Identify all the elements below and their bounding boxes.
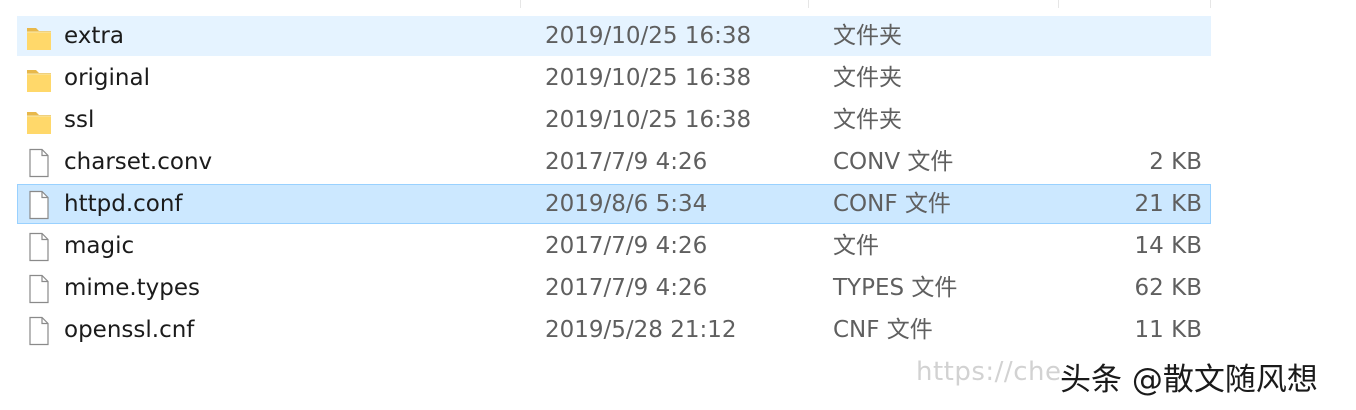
file-name: magic [64,233,135,259]
file-date-modified: 2019/8/6 5:34 [545,191,708,217]
file-type: CNF 文件 [833,317,933,343]
file-type: 文件 [833,233,879,259]
file-icon [26,274,52,304]
file-date-modified: 2017/7/9 4:26 [545,233,708,259]
file-date-modified: 2017/7/9 4:26 [545,149,708,175]
column-separator[interactable] [520,0,521,8]
column-separator[interactable] [1058,0,1059,8]
file-name: original [64,65,150,91]
file-date-modified: 2017/7/9 4:26 [545,275,708,301]
file-icon [26,232,52,262]
column-header-separators [0,0,1356,10]
file-row[interactable]: httpd.conf 2019/8/6 5:34 CONF 文件 21 KB [17,184,1211,224]
file-row[interactable]: magic 2017/7/9 4:26 文件 14 KB [17,226,1211,266]
column-separator[interactable] [1210,0,1211,8]
folder-icon [26,22,52,52]
file-size: 21 KB [1134,191,1202,217]
file-size: 2 KB [1149,149,1202,175]
file-row[interactable]: original 2019/10/25 16:38 文件夹 [17,58,1211,98]
file-type: 文件夹 [833,107,902,133]
column-separator[interactable] [808,0,809,8]
file-icon [26,190,52,220]
file-date-modified: 2019/5/28 21:12 [545,317,737,343]
file-row[interactable]: charset.conv 2017/7/9 4:26 CONV 文件 2 KB [17,142,1211,182]
file-name: ssl [64,107,95,133]
file-row[interactable]: mime.types 2017/7/9 4:26 TYPES 文件 62 KB [17,268,1211,308]
file-icon [26,316,52,346]
watermark-brand: 头条 @散文随风想 [1060,362,1318,398]
file-name: extra [64,23,124,49]
file-name: mime.types [64,275,201,301]
file-icon [26,148,52,178]
file-type: 文件夹 [833,65,902,91]
file-date-modified: 2019/10/25 16:38 [545,65,752,91]
file-name: openssl.cnf [64,317,195,343]
file-type: CONV 文件 [833,149,954,175]
file-size: 11 KB [1134,317,1202,343]
file-name: charset.conv [64,149,213,175]
file-type: TYPES 文件 [833,275,958,301]
folder-icon [26,64,52,94]
file-date-modified: 2019/10/25 16:38 [545,23,752,49]
file-row[interactable]: openssl.cnf 2019/5/28 21:12 CNF 文件 11 KB [17,310,1211,350]
file-name: httpd.conf [64,191,183,217]
file-row[interactable]: ssl 2019/10/25 16:38 文件夹 [17,100,1211,140]
file-type: CONF 文件 [833,191,951,217]
file-size: 62 KB [1134,275,1202,301]
watermark-url: https://che [916,357,1062,387]
file-date-modified: 2019/10/25 16:38 [545,107,752,133]
file-row[interactable]: extra 2019/10/25 16:38 文件夹 [17,16,1211,56]
folder-icon [26,106,52,136]
file-size: 14 KB [1134,233,1202,259]
file-type: 文件夹 [833,23,902,49]
